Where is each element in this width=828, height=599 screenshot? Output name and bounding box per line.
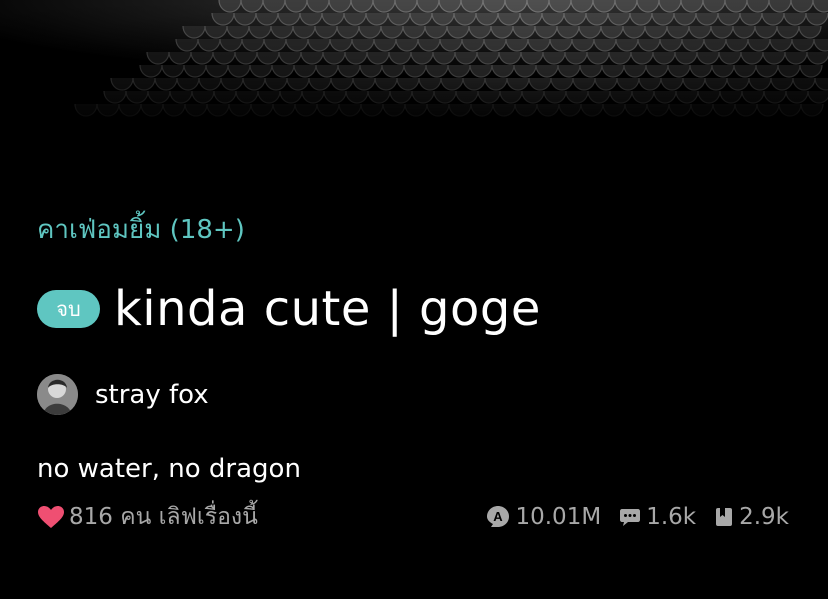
stats-row: 816 คน เลิฟเรื่องนี้ A 10.01M 1.6k 2.9k (37, 501, 789, 533)
status-badge: จบ (37, 290, 100, 328)
cover-image (0, 0, 828, 130)
avatar[interactable] (37, 374, 78, 415)
views-count: 10.01M (515, 504, 602, 530)
bookmarks-count: 2.9k (739, 504, 789, 530)
likes[interactable]: 816 คน เลิฟเรื่องนี้ (37, 499, 258, 535)
story-title: kinda cute | goge (114, 281, 541, 337)
comments-stat: 1.6k (619, 504, 696, 530)
heart-icon[interactable] (37, 505, 65, 529)
comments-count: 1.6k (646, 504, 697, 530)
bookmarks-stat: 2.9k (714, 504, 789, 530)
views-stat: A 10.01M (486, 504, 601, 530)
story-metrics: A 10.01M 1.6k 2.9k (486, 504, 789, 530)
bookmark-icon (714, 506, 734, 528)
author-name[interactable]: stray fox (95, 380, 209, 410)
story-description: no water, no dragon (37, 454, 301, 484)
author-row[interactable]: stray fox (37, 373, 209, 416)
story-category[interactable]: คาเฟ่อมยิ้ม (18+) (37, 212, 245, 248)
likes-text: 816 คน เลิฟเรื่องนี้ (69, 504, 258, 530)
svg-text:A: A (494, 509, 504, 524)
views-icon: A (486, 505, 510, 529)
title-row: จบ kinda cute | goge (37, 278, 541, 340)
comment-icon (619, 506, 641, 528)
